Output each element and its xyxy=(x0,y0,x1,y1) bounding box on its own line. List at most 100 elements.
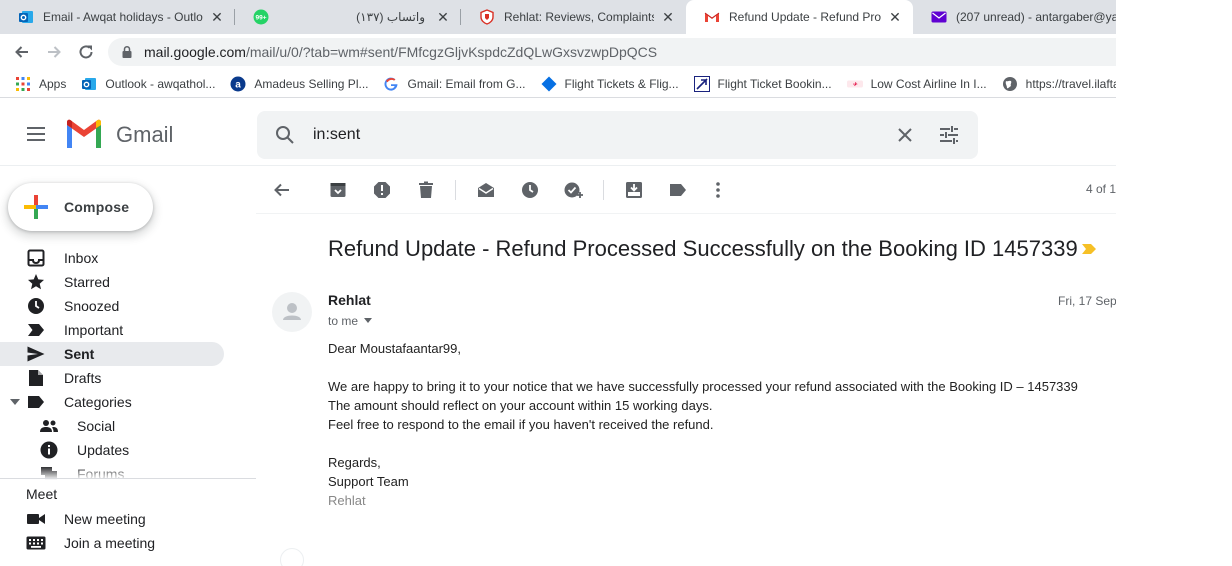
bookmark-outlook[interactable]: Outlook - awqathol... xyxy=(81,76,215,92)
label-icon xyxy=(26,392,46,412)
sidebar-item-snoozed[interactable]: Snoozed xyxy=(0,294,224,318)
back-to-list-button[interactable] xyxy=(270,178,294,202)
bookmark-low-cost-airline[interactable]: ✈ Low Cost Airline In I... xyxy=(846,76,987,92)
sidebar-item-label: Drafts xyxy=(64,370,102,386)
sidebar-item-label: Sent xyxy=(64,346,95,362)
sender-avatar[interactable] xyxy=(272,292,312,332)
browser-tabstrip: Email - Awqat holidays - Outlook ✕ 99+ (… xyxy=(0,0,1116,34)
pager-count: 4 of 1 xyxy=(1086,182,1116,196)
move-to-icon xyxy=(626,182,642,198)
close-icon[interactable]: ✕ xyxy=(660,9,676,25)
browser-tab-yahoo[interactable]: (207 unread) - antargaber@yahoo.com xyxy=(913,0,1116,34)
shield-icon xyxy=(479,9,495,25)
gmail-icon xyxy=(704,9,720,25)
more-options-button[interactable] xyxy=(706,178,730,202)
bookmark-label: Apps xyxy=(39,76,67,91)
search-options-button[interactable] xyxy=(937,123,961,147)
plus-icon xyxy=(24,195,48,219)
gmail-logo[interactable] xyxy=(64,119,104,149)
close-icon[interactable]: ✕ xyxy=(209,9,225,25)
browser-tab-whatsapp[interactable]: 99+ (١٣٧) واتساب ✕ xyxy=(235,0,461,34)
bookmark-label: Amadeus Selling Pl... xyxy=(254,76,369,91)
sidebar-item-label: Starred xyxy=(64,274,110,290)
report-spam-icon xyxy=(374,182,390,198)
diamond-icon xyxy=(541,76,557,92)
forward-button[interactable] xyxy=(42,40,66,64)
airline-icon: ✈ xyxy=(846,76,863,92)
labels-button[interactable] xyxy=(666,178,690,202)
close-icon[interactable]: ✕ xyxy=(887,9,903,25)
move-to-button[interactable] xyxy=(622,178,646,202)
sidebar-item-label: Snoozed xyxy=(64,298,120,314)
chevron-down-icon[interactable] xyxy=(10,398,20,406)
reload-button[interactable] xyxy=(74,40,98,64)
people-icon xyxy=(39,416,59,436)
amadeus-icon: a xyxy=(230,76,246,92)
browser-tab-gmail[interactable]: Refund Update - Refund Processed ✕ xyxy=(686,0,913,34)
sidebar-item-categories[interactable]: Categories xyxy=(0,390,224,414)
message-date: Fri, 17 Sep xyxy=(1058,294,1116,308)
tab-title: (207 unread) - antargaber@yahoo.com xyxy=(956,10,1116,24)
sidebar-item-label: Inbox xyxy=(64,250,99,266)
close-icon[interactable]: ✕ xyxy=(435,9,451,25)
info-icon xyxy=(39,440,59,460)
reload-icon xyxy=(79,45,93,59)
sidebar-item-sent[interactable]: Sent xyxy=(0,342,224,366)
svg-text:✈: ✈ xyxy=(852,82,857,88)
sidebar-item-updates[interactable]: Updates xyxy=(0,438,224,462)
important-marker-icon[interactable] xyxy=(1081,243,1097,255)
browser-tab-outlook[interactable]: Email - Awqat holidays - Outlook ✕ xyxy=(0,0,235,34)
meet-item-label: Join a meeting xyxy=(64,535,156,551)
draft-icon xyxy=(26,368,46,388)
sender-name[interactable]: Rehlat xyxy=(328,292,371,308)
meet-item-label: New meeting xyxy=(64,511,146,527)
body-line: We are happy to bring it to your notice … xyxy=(328,379,1078,394)
browser-toolbar: mail.google.com/mail/u/0/?tab=wm#sent/FM… xyxy=(0,34,1116,70)
sidebar-item-important[interactable]: Important xyxy=(0,318,224,342)
bookmark-label: Gmail: Email from G... xyxy=(407,76,526,91)
bookmark-apps[interactable]: Apps xyxy=(15,76,66,92)
archive-button[interactable] xyxy=(326,178,350,202)
bookmark-flight-booking[interactable]: Flight Ticket Bookin... xyxy=(693,75,832,92)
main-menu-button[interactable] xyxy=(24,122,48,146)
clear-search-button[interactable] xyxy=(893,123,917,147)
browser-tab-rehlat[interactable]: Rehlat: Reviews, Complaints, Contacts ✕ xyxy=(461,0,686,34)
report-spam-button[interactable] xyxy=(370,178,394,202)
chevron-down-icon xyxy=(364,318,373,323)
sidebar-item-drafts[interactable]: Drafts xyxy=(0,366,224,390)
bookmark-label: Outlook - awqathol... xyxy=(105,76,216,91)
search-input[interactable]: in:sent xyxy=(313,111,360,159)
send-icon xyxy=(26,344,46,364)
search-icon[interactable] xyxy=(273,123,297,147)
address-bar[interactable]: mail.google.com/mail/u/0/?tab=wm#sent/FM… xyxy=(108,38,1116,66)
recipient-details[interactable]: to me xyxy=(328,314,373,328)
mark-unread-button[interactable] xyxy=(474,178,498,202)
inbox-icon xyxy=(26,248,46,268)
menu-icon xyxy=(27,127,45,141)
add-to-tasks-button[interactable] xyxy=(562,178,586,202)
bookmark-flight-tickets[interactable]: Flight Tickets & Flig... xyxy=(541,76,679,92)
back-button[interactable] xyxy=(10,40,34,64)
keyboard-icon xyxy=(26,533,46,553)
meet-heading: Meet xyxy=(26,486,58,502)
tab-title: Email - Awqat holidays - Outlook xyxy=(43,10,203,24)
plane-icon xyxy=(693,75,710,92)
delete-button[interactable] xyxy=(414,178,438,202)
bookmark-amadeus[interactable]: a Amadeus Selling Pl... xyxy=(230,76,368,92)
toolbar-divider xyxy=(455,180,456,200)
sidebar-item-social[interactable]: Social xyxy=(0,414,224,438)
snooze-button[interactable] xyxy=(518,178,542,202)
sidebar-item-label: Updates xyxy=(77,442,130,458)
mail-search-bar[interactable]: in:sent xyxy=(257,111,978,159)
sidebar-item-inbox[interactable]: Inbox xyxy=(0,246,224,270)
meet-new-meeting[interactable]: New meeting xyxy=(0,507,224,531)
bookmark-travel[interactable]: https://travel.ilafta... xyxy=(1002,76,1116,92)
bookmark-label: Flight Tickets & Flig... xyxy=(564,76,679,91)
screen: Email - Awqat holidays - Outlook ✕ 99+ (… xyxy=(0,0,1116,566)
gmail-wordmark: Gmail xyxy=(116,122,174,147)
compose-button[interactable]: Compose xyxy=(8,183,153,231)
sidebar-item-starred[interactable]: Starred xyxy=(0,270,224,294)
bookmark-gmail-google[interactable]: Gmail: Email from G... xyxy=(383,76,526,92)
back-arrow-icon xyxy=(15,46,28,58)
meet-join-meeting[interactable]: Join a meeting xyxy=(0,531,224,555)
